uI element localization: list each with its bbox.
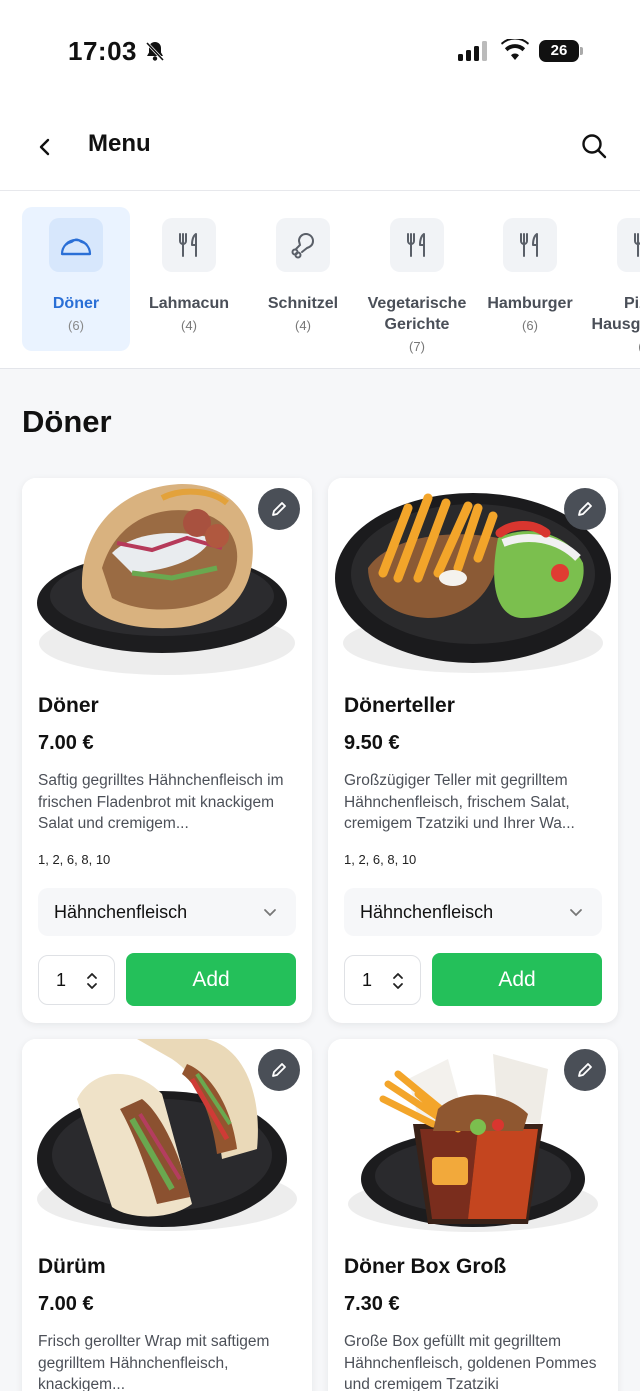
category-name: Hamburger <box>487 295 573 312</box>
category-tab-lahmacun[interactable]: Lahmacun (4) <box>135 207 243 351</box>
category-name: Schnitzel <box>267 295 339 312</box>
add-button[interactable]: Add <box>126 953 296 1006</box>
product-allergens: 1, 2, 6, 8, 10 <box>344 852 417 867</box>
product-name: Dürüm <box>38 1255 106 1278</box>
add-button[interactable]: Add <box>432 953 602 1006</box>
category-name: Lahmacun <box>148 295 229 312</box>
chevron-down-icon <box>264 909 276 917</box>
product-allergens: 1, 2, 6, 8, 10 <box>38 852 111 867</box>
variant-select[interactable]: Hähnchenfleisch <box>344 888 602 936</box>
category-tab-vegetarische-gerichte[interactable]: Vegetarische Gerichte (7) <box>363 207 471 354</box>
product-price: 7.00 € <box>38 732 94 754</box>
category-tab-hamburger[interactable]: Hamburger (6) <box>476 207 584 351</box>
pencil-icon <box>272 502 286 516</box>
chevron-down-icon <box>570 909 582 917</box>
product-price: 7.30 € <box>344 1293 400 1315</box>
category-tab-doner[interactable]: Döner (6) <box>22 207 130 351</box>
bell-slash-icon <box>144 40 166 67</box>
search-icon <box>582 134 607 159</box>
fork-knife-icon <box>617 218 640 272</box>
edit-button[interactable] <box>258 488 300 530</box>
fork-knife-icon <box>503 218 557 272</box>
drumstick-icon <box>276 218 330 272</box>
edit-button[interactable] <box>564 1049 606 1091</box>
variant-selected-value: Hähnchenfleisch <box>360 901 494 922</box>
fork-knife-icon <box>162 218 216 272</box>
product-card: Dürüm 7.00 € Frisch gerollter Wrap mit s… <box>22 1039 312 1391</box>
search-button[interactable] <box>576 128 612 164</box>
product-price: 9.50 € <box>344 732 400 754</box>
product-description: Saftig gegrilltes Hähnchenfleisch im fri… <box>38 772 284 832</box>
wifi-icon <box>501 37 529 66</box>
category-count: (6) <box>68 318 84 333</box>
back-button[interactable] <box>28 130 62 164</box>
category-name: Döner <box>52 295 100 312</box>
fork-knife-icon <box>390 218 444 272</box>
product-card: Döner Box Groß 7.30 € Große Box gefüllt … <box>328 1039 618 1391</box>
product-description: Frisch gerollter Wrap mit saftigem gegri… <box>38 1333 270 1391</box>
edit-button[interactable] <box>564 488 606 530</box>
quantity-stepper[interactable]: 1 <box>38 955 115 1005</box>
battery-indicator: 26 <box>539 40 579 62</box>
product-card: Dönerteller 9.50 € Großzügiger Teller mi… <box>328 478 618 1023</box>
app-header: Menu <box>0 100 640 191</box>
product-description: Großzügiger Teller mit gegrilltem Hähnch… <box>344 772 575 832</box>
product-description: Große Box gefüllt mit gegrilltem Hähnche… <box>344 1333 597 1391</box>
product-price: 7.00 € <box>38 1293 94 1315</box>
up-down-chevron-icon <box>87 973 97 989</box>
quantity-value: 1 <box>56 969 67 990</box>
page-title: Menu <box>88 130 151 157</box>
category-count: (1 <box>590 339 640 354</box>
category-name: Vegetarische Gerichte <box>367 295 467 333</box>
battery-cap <box>580 47 583 55</box>
product-name: Dönerteller <box>344 694 455 717</box>
quantity-stepper[interactable]: 1 <box>344 955 421 1005</box>
category-bar: Döner (6) Lahmacun (4) Schnitzel (4) Veg… <box>0 191 640 369</box>
status-bar: 17:03 26 <box>0 0 640 100</box>
pencil-icon <box>578 1063 592 1077</box>
variant-selected-value: Hähnchenfleisch <box>54 901 188 922</box>
category-count: (6) <box>522 318 538 333</box>
category-tab-pizza-hausgemacht[interactable]: Pizza Hausgemacht (1 <box>590 207 640 354</box>
quantity-value: 1 <box>362 969 373 990</box>
pencil-icon <box>578 502 592 516</box>
category-tab-schnitzel[interactable]: Schnitzel (4) <box>249 207 357 351</box>
status-time: 17:03 <box>68 36 137 66</box>
category-count: (7) <box>409 339 425 354</box>
up-down-chevron-icon <box>393 973 403 989</box>
chevron-left-icon <box>39 138 50 156</box>
pencil-icon <box>272 1063 286 1077</box>
category-count: (4) <box>295 318 311 333</box>
product-name: Döner <box>38 694 99 717</box>
section-title: Döner <box>22 404 112 439</box>
category-count: (4) <box>181 318 197 333</box>
product-card: Döner 7.00 € Saftig gegrilltes Hähnchenf… <box>22 478 312 1023</box>
product-name: Döner Box Groß <box>344 1255 507 1278</box>
variant-select[interactable]: Hähnchenfleisch <box>38 888 296 936</box>
cellular-signal-icon <box>458 41 490 66</box>
taco-icon <box>49 218 103 272</box>
edit-button[interactable] <box>258 1049 300 1091</box>
category-name: Pizza Hausgemacht <box>591 295 640 333</box>
